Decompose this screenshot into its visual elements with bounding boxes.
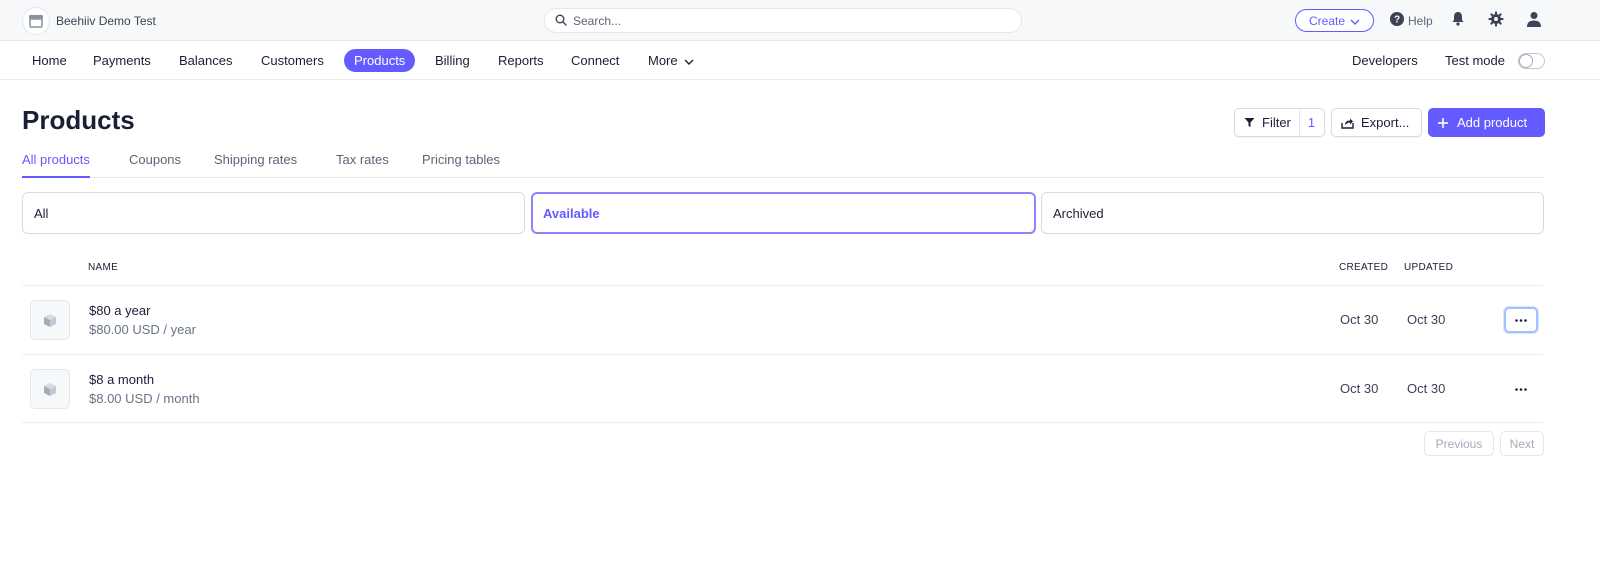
bell-icon	[1451, 11, 1465, 29]
account-switcher[interactable]: Beehiiv Demo Test	[22, 7, 156, 35]
nav-item-more[interactable]: More	[638, 49, 704, 72]
top-bar: Beehiiv Demo Test Create ? Help	[0, 0, 1600, 41]
search-icon	[555, 13, 567, 29]
filter-icon	[1244, 117, 1255, 128]
nav-item-reports[interactable]: Reports	[488, 49, 554, 72]
status-filter-archived[interactable]: Archived	[1041, 192, 1544, 234]
tab-pricing-tables[interactable]: Pricing tables	[422, 152, 500, 178]
previous-page-button[interactable]: Previous	[1424, 431, 1494, 456]
gear-icon	[1488, 11, 1504, 30]
add-product-label: Add product	[1457, 115, 1528, 130]
notifications-button[interactable]	[1448, 10, 1468, 30]
product-name[interactable]: $8 a month	[89, 372, 154, 387]
help-button[interactable]: ? Help	[1390, 12, 1433, 29]
box-icon	[43, 313, 57, 328]
tab-all-products[interactable]: All products	[22, 152, 90, 178]
nav-item-home[interactable]: Home	[22, 49, 77, 72]
column-header-updated: UPDATED	[1404, 262, 1454, 273]
product-price: $80.00 USD / year	[89, 322, 196, 337]
nav-item-payments[interactable]: Payments	[83, 49, 161, 72]
add-product-button[interactable]: Add product	[1428, 108, 1545, 137]
account-name: Beehiiv Demo Test	[56, 14, 156, 28]
column-header-name: NAME	[88, 262, 119, 273]
row-actions-button[interactable]	[1504, 376, 1538, 402]
export-label: Export...	[1361, 115, 1410, 130]
test-mode-label: Test mode	[1445, 53, 1505, 68]
settings-button[interactable]	[1486, 10, 1506, 30]
product-price: $8.00 USD / month	[89, 391, 200, 406]
column-header-created: CREATED	[1339, 262, 1389, 273]
user-icon	[1526, 11, 1542, 30]
filter-label: Filter	[1262, 115, 1291, 130]
tab-coupons[interactable]: Coupons	[129, 152, 181, 178]
test-mode-toggle[interactable]	[1518, 53, 1545, 69]
page-title: Products	[22, 105, 135, 135]
nav-more-label: More	[648, 53, 678, 68]
main-nav: Home Payments Balances Customers Product…	[0, 41, 1600, 80]
table-row[interactable]: $80 a year $80.00 USD / year Oct 30 Oct …	[22, 285, 1543, 354]
table-row[interactable]: $8 a month $8.00 USD / month Oct 30 Oct …	[22, 354, 1543, 423]
nav-item-products[interactable]: Products	[344, 49, 416, 72]
created-date: Oct 30	[1340, 312, 1379, 327]
next-page-button[interactable]: Next	[1500, 431, 1544, 456]
tab-shipping-rates[interactable]: Shipping rates	[214, 152, 297, 178]
created-date: Oct 30	[1340, 381, 1379, 396]
search-box[interactable]	[544, 8, 1022, 33]
nav-item-customers[interactable]: Customers	[251, 49, 334, 72]
filter-button[interactable]: Filter 1	[1234, 108, 1325, 137]
status-filter-available[interactable]: Available	[531, 192, 1036, 234]
export-icon	[1341, 117, 1354, 129]
status-filter-all[interactable]: All	[22, 192, 525, 234]
more-horizontal-icon	[1515, 387, 1527, 391]
chevron-down-icon	[684, 53, 694, 68]
more-horizontal-icon	[1515, 318, 1527, 322]
nav-item-billing[interactable]: Billing	[425, 49, 480, 72]
svg-text:?: ?	[1394, 15, 1400, 26]
product-image-placeholder	[30, 300, 70, 340]
updated-date: Oct 30	[1407, 312, 1446, 327]
chevron-down-icon	[1350, 14, 1360, 28]
help-icon: ?	[1390, 12, 1404, 29]
filter-count-badge: 1	[1298, 109, 1323, 136]
export-button[interactable]: Export...	[1331, 108, 1422, 137]
product-name[interactable]: $80 a year	[89, 303, 150, 318]
tab-tax-rates[interactable]: Tax rates	[336, 152, 389, 178]
create-button[interactable]: Create	[1295, 9, 1374, 32]
nav-item-connect[interactable]: Connect	[561, 49, 629, 72]
search-input[interactable]	[573, 13, 993, 28]
profile-button[interactable]	[1524, 10, 1544, 30]
store-icon	[22, 7, 50, 35]
create-label: Create	[1308, 13, 1346, 28]
box-icon	[43, 382, 57, 397]
product-tabs: All products Coupons Shipping rates Tax …	[22, 150, 1543, 178]
developers-link[interactable]: Developers	[1352, 49, 1418, 72]
help-label: Help	[1408, 13, 1433, 28]
updated-date: Oct 30	[1407, 381, 1446, 396]
product-image-placeholder	[30, 369, 70, 409]
plus-icon	[1437, 117, 1449, 129]
row-actions-button[interactable]	[1504, 307, 1538, 333]
nav-item-balances[interactable]: Balances	[169, 49, 242, 72]
